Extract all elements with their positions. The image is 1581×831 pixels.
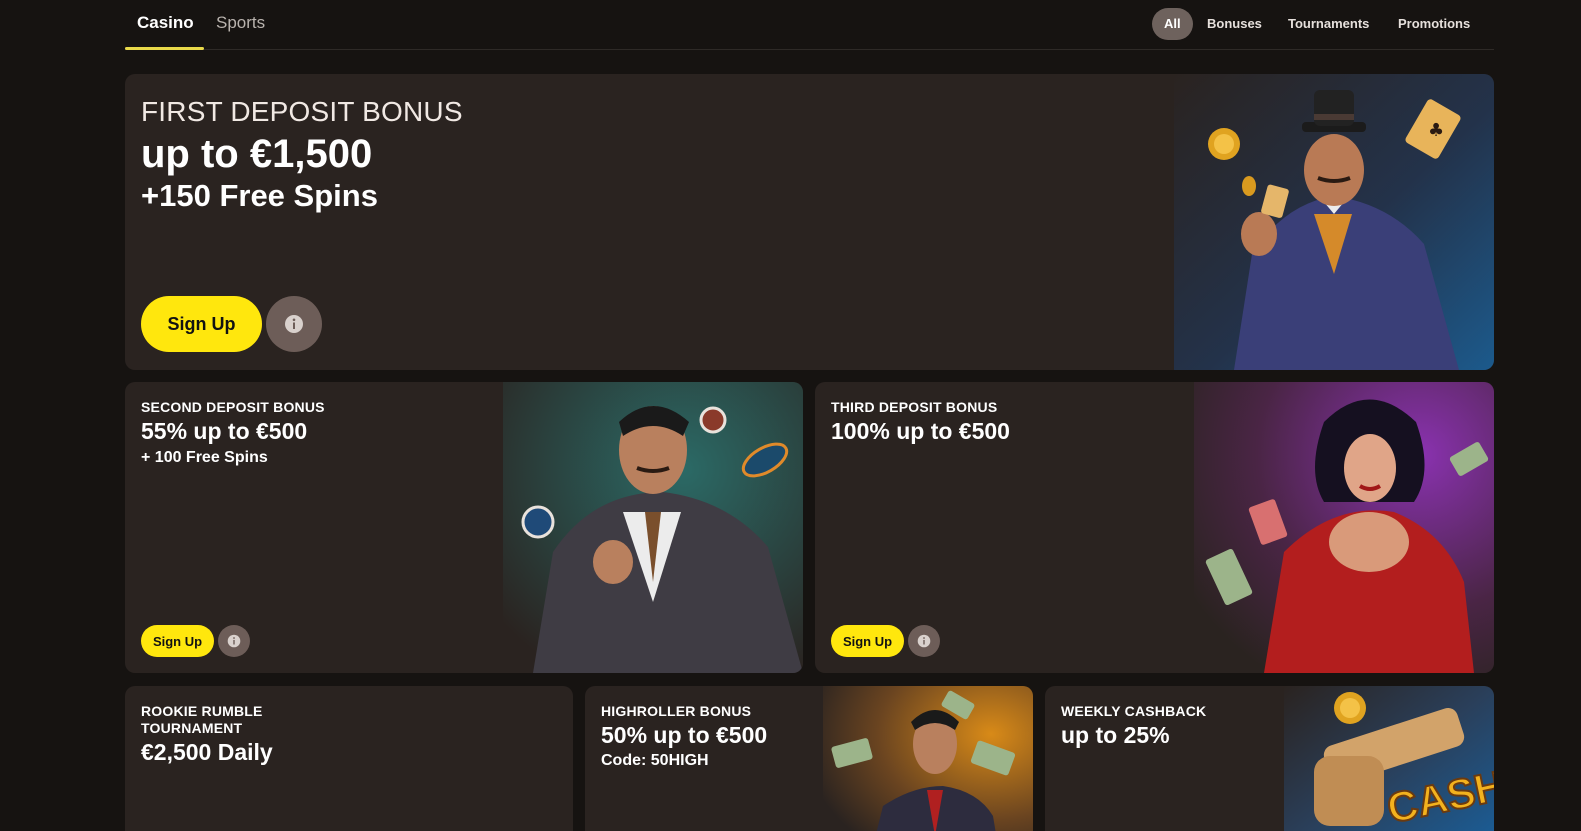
filter-tournaments[interactable]: Tournaments	[1276, 8, 1381, 40]
revolver-cashback-illustration: CASH	[1284, 686, 1494, 831]
sign-up-button[interactable]: Sign Up	[141, 625, 214, 657]
promo-kicker-line2: TOURNAMENT	[141, 720, 243, 736]
info-button[interactable]	[218, 625, 250, 657]
promo-card-rookie-tournament: ROOKIE RUMBLE TOURNAMENT €2,500 Daily	[125, 686, 573, 831]
promo-headline: up to 25%	[1061, 722, 1170, 748]
promo-card-second-deposit: SECOND DEPOSIT BONUS 55% up to €500 + 10…	[125, 382, 803, 673]
tab-casino[interactable]: Casino	[137, 13, 194, 33]
promo-kicker: HIGHROLLER BONUS	[601, 703, 752, 719]
promo-card-third-deposit: THIRD DEPOSIT BONUS 100% up to €500 Sign…	[815, 382, 1494, 673]
promo-card-weekly-cashback: CASH WEEKLY CASHBACK up to 25%	[1045, 686, 1494, 831]
promo-subheadline: Code: 50HIGH	[601, 752, 709, 769]
info-icon	[917, 634, 931, 648]
svg-text:♣: ♣	[1428, 120, 1444, 141]
active-tab-indicator	[125, 47, 204, 50]
tab-sports[interactable]: Sports	[216, 13, 265, 33]
promo-headline: 50% up to €500	[601, 722, 768, 748]
promo-card-highroller: HIGHROLLER BONUS 50% up to €500 Code: 50…	[585, 686, 1033, 831]
woman-in-red-dress-illustration	[1194, 382, 1494, 673]
promo-subheadline: +150 Free Spins	[141, 178, 378, 213]
promo-headline: 100% up to €500	[831, 418, 1010, 444]
info-button[interactable]	[266, 296, 322, 352]
promo-kicker: FIRST DEPOSIT BONUS	[141, 96, 463, 127]
promo-subheadline: + 100 Free Spins	[141, 449, 268, 466]
gangster-with-chips-illustration	[503, 382, 803, 673]
filter-promotions[interactable]: Promotions	[1386, 8, 1482, 40]
filter-bonuses[interactable]: Bonuses	[1195, 8, 1274, 40]
promo-kicker: THIRD DEPOSIT BONUS	[831, 399, 998, 415]
gangster-with-money-illustration	[823, 686, 1033, 831]
promo-headline: €2,500 Daily	[141, 739, 273, 765]
sign-up-button[interactable]: Sign Up	[141, 296, 262, 352]
info-button[interactable]	[908, 625, 940, 657]
sign-up-button[interactable]: Sign Up	[831, 625, 904, 657]
promo-kicker: WEEKLY CASHBACK	[1061, 703, 1207, 719]
gangster-with-cards-illustration: ♣	[1174, 74, 1494, 370]
promo-card-first-deposit: ♣ FIRST DEPOSIT BONUS up to €1,500 +150 …	[125, 74, 1494, 370]
info-icon	[285, 315, 303, 333]
promo-headline: 55% up to €500	[141, 418, 308, 444]
promo-kicker: SECOND DEPOSIT BONUS	[141, 399, 325, 415]
promo-kicker: ROOKIE RUMBLE	[141, 703, 263, 719]
filter-all[interactable]: All	[1152, 8, 1193, 40]
promo-headline: up to €1,500	[141, 132, 373, 176]
info-icon	[227, 634, 241, 648]
top-navigation: Casino Sports All Bonuses Tournaments Pr…	[125, 0, 1494, 50]
